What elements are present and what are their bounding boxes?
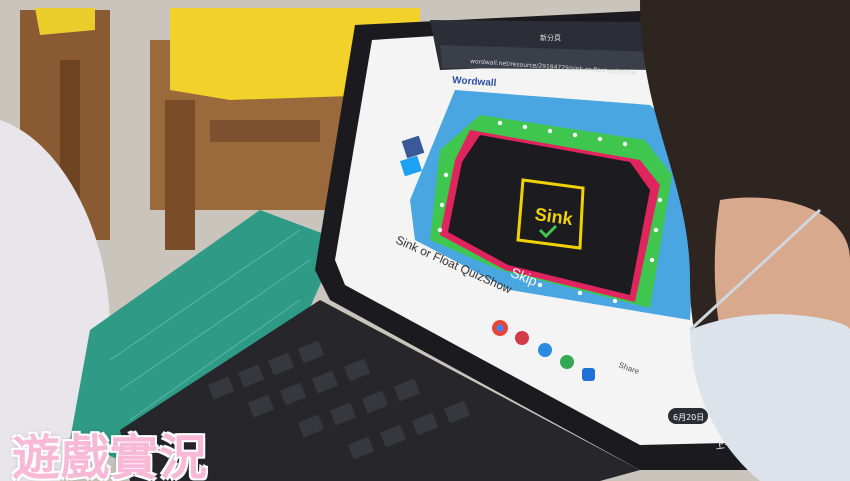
photo-frame: Sink Skip Sink or Float QuizShow wordwal…: [0, 0, 850, 481]
app-icon-square[interactable]: [582, 368, 595, 381]
app-icon-green[interactable]: [560, 355, 574, 369]
app-icon-red[interactable]: [515, 331, 529, 345]
photo-scene: Sink Skip Sink or Float QuizShow wordwal…: [0, 0, 850, 481]
browser-tab-label: 新分頁: [540, 33, 561, 42]
app-icon-blue[interactable]: [538, 343, 552, 357]
video-caption: 遊戲實況: [12, 430, 209, 481]
taskbar-date: 6月20日: [673, 413, 704, 422]
